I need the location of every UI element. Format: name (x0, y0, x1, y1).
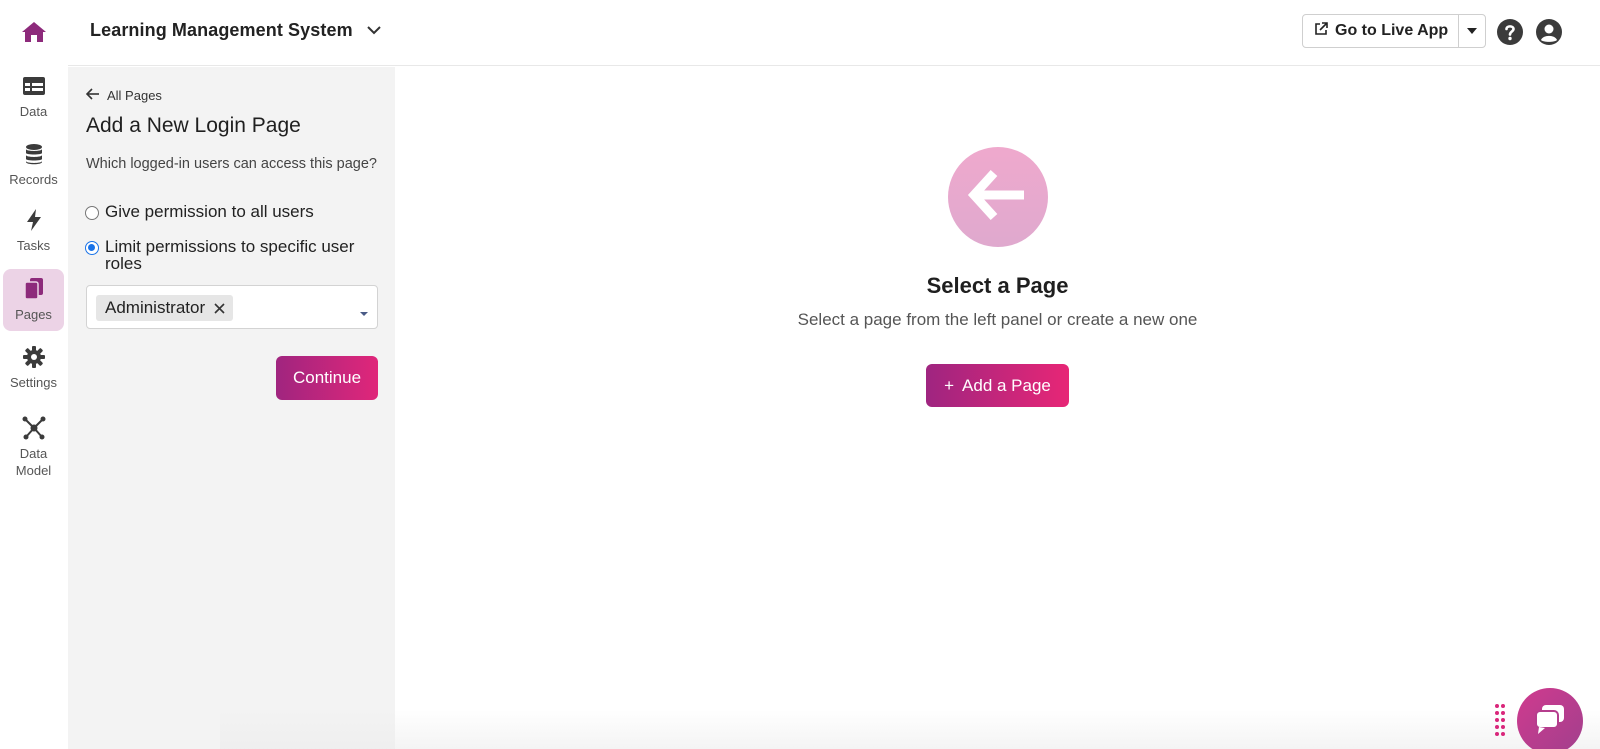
chat-icon (1533, 703, 1567, 740)
arrow-left-icon (85, 88, 100, 103)
app-title[interactable]: Learning Management System (90, 20, 353, 41)
radio-label: Give permission to all users (105, 202, 314, 221)
rail-item-records[interactable]: Records (3, 134, 64, 196)
network-icon (22, 416, 46, 440)
role-chip-label: Administrator (105, 298, 206, 317)
bolt-icon (22, 208, 46, 232)
empty-state-subtitle: Select a page from the left panel or cre… (797, 310, 1198, 329)
rail-item-label: Tasks (16, 238, 51, 253)
radio-button[interactable] (85, 241, 99, 255)
live-app-dropdown-button[interactable] (1459, 15, 1485, 47)
home-icon[interactable] (20, 18, 48, 46)
radio-button[interactable] (85, 206, 99, 220)
radio-all-users[interactable]: Give permission to all users (85, 203, 355, 220)
table-icon (22, 74, 46, 98)
drag-handle-icon[interactable] (1494, 703, 1506, 739)
rail-item-data-model[interactable]: Data Model (3, 410, 64, 484)
add-page-button[interactable]: + Add a Page (926, 364, 1069, 407)
rail-item-label: Records (9, 172, 58, 187)
top-bar: Learning Management System Go to Live Ap… (68, 0, 1600, 66)
radio-specific-roles[interactable]: Limit permissions to specific user roles (85, 238, 355, 272)
chevron-down-icon[interactable] (364, 20, 384, 40)
gear-icon (22, 345, 46, 369)
plus-icon: + (944, 375, 955, 395)
back-link-label: All Pages (107, 88, 162, 103)
empty-state-title: Select a Page (926, 273, 1069, 298)
role-chip: Administrator (96, 295, 234, 321)
continue-button[interactable]: Continue (276, 356, 378, 400)
left-rail: Data Records Tasks Pages Settings Data M… (0, 0, 68, 749)
rail-item-tasks[interactable]: Tasks (3, 200, 64, 262)
rail-item-label: Data Model (15, 445, 52, 478)
add-page-label: Add a Page (962, 375, 1051, 395)
main-content: Select a Page Select a page from the lef… (395, 67, 1600, 749)
all-pages-back-link[interactable]: All Pages (85, 88, 162, 103)
go-to-live-app-label: Go to Live App (1335, 22, 1449, 39)
help-icon[interactable] (1496, 18, 1524, 46)
user-roles-select[interactable]: Administrator (86, 285, 378, 329)
radio-label: Limit permissions to specific user roles (105, 237, 355, 273)
arrow-left-icon (966, 167, 1030, 228)
panel-title: Add a New Login Page (86, 114, 301, 137)
user-avatar-icon[interactable] (1535, 18, 1563, 46)
empty-state-illustration (948, 147, 1048, 247)
add-page-panel: All Pages Add a New Login Page Which log… (68, 67, 395, 749)
rail-item-pages[interactable]: Pages (3, 269, 64, 331)
caret-down-icon[interactable] (359, 304, 369, 316)
remove-chip-icon[interactable] (213, 302, 225, 314)
database-icon (22, 142, 46, 166)
access-question: Which logged-in users can access this pa… (86, 156, 377, 172)
pages-icon (22, 277, 46, 301)
chat-support-button[interactable] (1517, 688, 1583, 749)
go-to-live-app-button[interactable]: Go to Live App (1303, 15, 1460, 47)
live-app-button-group: Go to Live App (1302, 14, 1487, 48)
rail-item-settings[interactable]: Settings (3, 337, 64, 399)
external-link-icon (1313, 21, 1329, 42)
rail-item-label: Settings (10, 375, 57, 390)
rail-item-label: Pages (15, 307, 52, 322)
caret-down-icon (1466, 22, 1478, 40)
rail-item-label: Data (19, 104, 48, 119)
rail-item-data[interactable]: Data (3, 66, 64, 128)
